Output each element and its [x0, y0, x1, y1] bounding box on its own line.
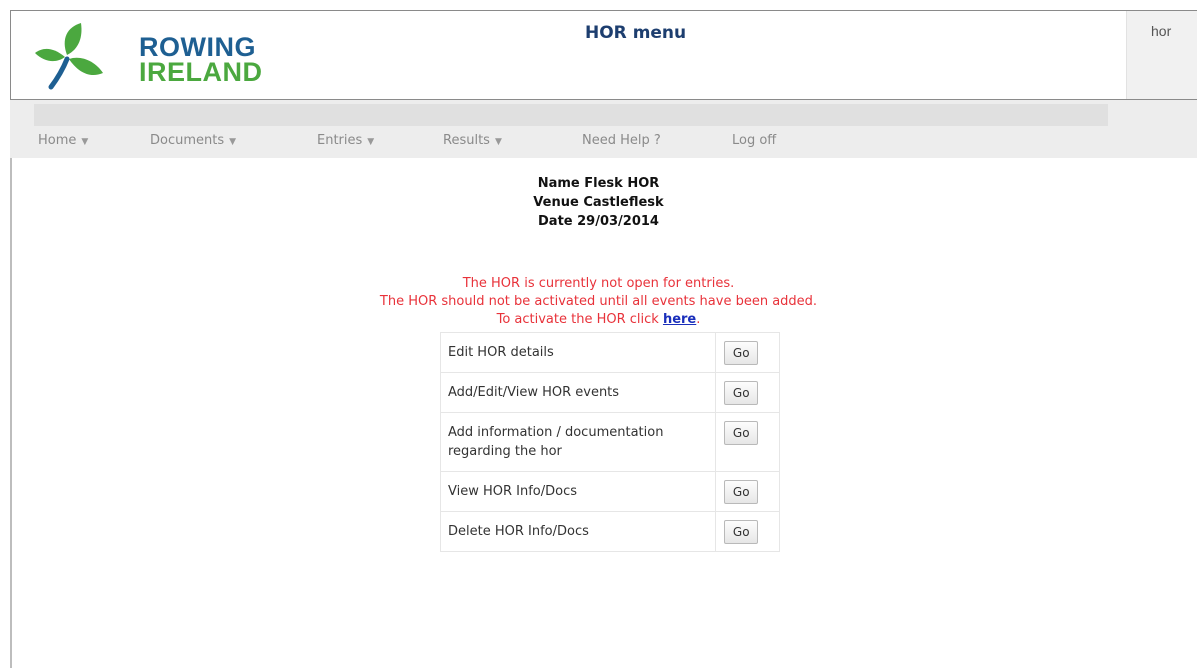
- nav-item-need-help[interactable]: Need Help ?: [582, 133, 661, 148]
- nav-item-log-off[interactable]: Log off: [732, 133, 776, 148]
- go-button-edit-hor-details[interactable]: Go: [724, 341, 759, 365]
- go-button-hor-events[interactable]: Go: [724, 381, 759, 405]
- chevron-down-icon: ▼: [229, 137, 237, 147]
- content-left-border: [10, 158, 12, 668]
- nav-item-home[interactable]: Home ▼: [38, 133, 88, 148]
- nav-item-results[interactable]: Results ▼: [443, 133, 502, 148]
- action-label-add-info: Add information / documentation regardin…: [439, 412, 717, 472]
- go-button-add-info[interactable]: Go: [724, 421, 759, 445]
- table-row: Add/Edit/View HOR events Go: [439, 372, 780, 413]
- hor-actions-table: Edit HOR details Go Add/Edit/View HOR ev…: [439, 332, 780, 552]
- page-title: HOR menu: [585, 23, 687, 43]
- go-button-view-info[interactable]: Go: [724, 480, 759, 504]
- notice-line-2: The HOR should not be activated until al…: [379, 294, 818, 309]
- username-label: hor: [1151, 23, 1172, 39]
- notice-line-3: To activate the HOR click here.: [0, 311, 1197, 329]
- nav-label: Home: [38, 133, 77, 148]
- table-row: Add information / documentation regardin…: [439, 412, 780, 472]
- chevron-down-icon: ▼: [367, 137, 375, 147]
- action-label-view-info: View HOR Info/Docs: [439, 471, 717, 512]
- notice-line-1: The HOR is currently not open for entrie…: [462, 276, 735, 291]
- action-label-hor-events: Add/Edit/View HOR events: [439, 372, 717, 413]
- rowing-ireland-logo-icon: [35, 23, 103, 90]
- action-label-delete-info: Delete HOR Info/Docs: [439, 511, 717, 552]
- event-details: Name Flesk HOR Venue Castleflesk Date 29…: [0, 174, 1197, 231]
- nav-bar: Home ▼ Documents ▼ Entries ▼ Results ▼ Need …: [10, 100, 1197, 158]
- event-date: Date 29/03/2014: [538, 214, 659, 229]
- nav-label: Entries: [317, 133, 363, 148]
- nav-label: Results: [443, 133, 490, 148]
- activate-hor-link[interactable]: here: [663, 312, 696, 327]
- notice-line-3-text: To activate the HOR click: [496, 312, 663, 327]
- site-header: ROWING IRELAND HOR menu hor: [10, 10, 1197, 100]
- top-strip: [0, 0, 1197, 10]
- event-venue: Venue Castleflesk: [533, 195, 664, 210]
- chevron-down-icon: ▼: [494, 137, 502, 147]
- go-button-delete-info[interactable]: Go: [724, 520, 759, 544]
- action-label-edit-hor-details: Edit HOR details: [439, 332, 717, 373]
- nav-label: Need Help ?: [582, 133, 661, 148]
- table-row: Delete HOR Info/Docs Go: [439, 511, 780, 552]
- notice-line-3-end: .: [696, 312, 701, 327]
- nav-label: Log off: [732, 133, 777, 148]
- user-panel: hor: [1126, 11, 1197, 99]
- nav-bar-strip: [34, 104, 1108, 126]
- brand-name-line2: IRELAND: [139, 57, 263, 87]
- chevron-down-icon: ▼: [81, 137, 89, 147]
- table-row: Edit HOR details Go: [439, 332, 780, 373]
- event-name: Name Flesk HOR: [537, 176, 660, 191]
- table-row: View HOR Info/Docs Go: [439, 471, 780, 512]
- nav-item-entries[interactable]: Entries ▼: [317, 133, 374, 148]
- status-notice: The HOR is currently not open for entrie…: [0, 275, 1197, 329]
- nav-item-documents[interactable]: Documents ▼: [150, 133, 236, 148]
- nav-label: Documents: [150, 133, 225, 148]
